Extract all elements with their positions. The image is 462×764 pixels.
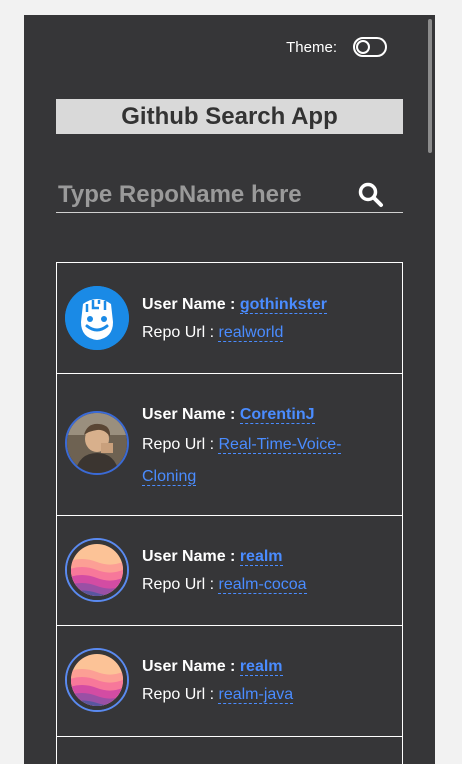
search-bar — [56, 178, 403, 213]
user-name-label: User Name : — [142, 658, 236, 675]
list-item[interactable]: User Name : realm Repo Url : realm-cocoa — [57, 516, 402, 626]
repo-link[interactable]: realm-java — [218, 686, 294, 704]
list-item[interactable] — [57, 737, 402, 764]
theme-toggle[interactable] — [353, 37, 387, 57]
repo-url-row: Repo Url : realm-cocoa — [142, 571, 394, 599]
user-name-label: User Name : — [142, 548, 236, 565]
page-title: Github Search App — [56, 99, 403, 134]
repo-url-row: Repo Url : Real-Time-Voice-Cloning — [142, 429, 394, 493]
repo-link[interactable]: realworld — [218, 324, 284, 342]
user-name-row: User Name : CorentinJ — [142, 401, 394, 429]
repo-url-row: Repo Url : realm-java — [142, 681, 394, 709]
repo-url-label: Repo Url : — [142, 576, 215, 593]
repo-url-label: Repo Url : — [142, 686, 215, 703]
person-photo-icon — [65, 411, 129, 475]
repo-url-label: Repo Url : — [142, 324, 215, 341]
brain-face-logo-icon — [65, 286, 129, 350]
realm-logo-icon — [65, 648, 129, 712]
list-item[interactable]: User Name : realm Repo Url : realm-java — [57, 626, 402, 737]
user-name-label: User Name : — [142, 406, 236, 423]
list-item[interactable]: User Name : CorentinJ Repo Url : Real-Ti… — [57, 374, 402, 516]
toggle-knob — [356, 40, 370, 54]
theme-label: Theme: — [286, 38, 337, 56]
repo-url-label: Repo Url : — [142, 436, 215, 453]
repo-link[interactable]: realm-cocoa — [218, 576, 307, 594]
user-link[interactable]: realm — [239, 658, 283, 676]
user-name-row: User Name : gothinkster — [142, 291, 394, 319]
user-name-label: User Name : — [142, 296, 236, 313]
repo-url-row: Repo Url : realworld — [142, 319, 394, 347]
realm-logo-icon — [65, 538, 129, 602]
scrollbar[interactable] — [428, 19, 432, 153]
search-input[interactable] — [58, 178, 348, 212]
user-link[interactable]: realm — [239, 548, 283, 566]
user-name-row: User Name : realm — [142, 543, 394, 571]
search-icon[interactable] — [357, 181, 385, 209]
user-name-row: User Name : realm — [142, 653, 394, 681]
app-container: Theme: Github Search App Type RepoName h… — [24, 15, 435, 764]
list-item[interactable]: User Name : gothinkster Repo Url : realw… — [57, 263, 402, 374]
user-link[interactable]: CorentinJ — [239, 406, 315, 424]
results-list: User Name : gothinkster Repo Url : realw… — [56, 262, 403, 764]
theme-switcher: Theme: — [286, 37, 387, 57]
user-link[interactable]: gothinkster — [239, 296, 327, 314]
